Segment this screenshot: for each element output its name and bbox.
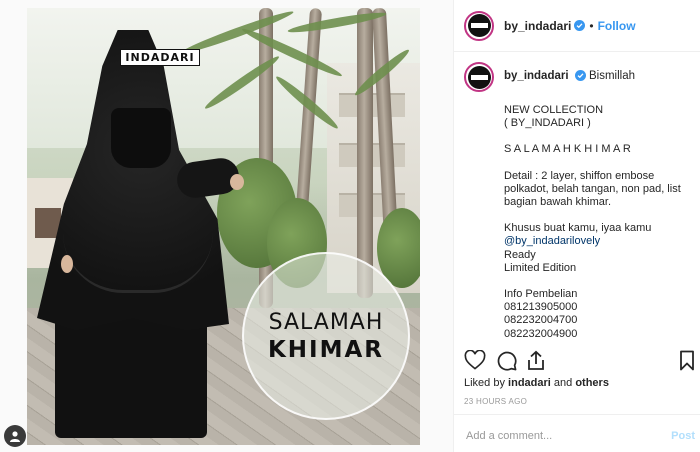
caption: by_indadari Bismillah NEW COLLECTION ( B… [464,62,699,340]
caption-body: NEW COLLECTION ( BY_INDADARI ) S A L A M… [504,104,699,340]
caption-avatar[interactable] [464,62,494,92]
product-name-badge: SALAMAH KHIMAR [242,252,410,420]
caption-line: ( BY_INDADARI ) [504,117,591,130]
badge-line-2: KHIMAR [267,336,385,363]
share-icon[interactable] [526,350,546,376]
caption-first-line: Bismillah [588,70,635,82]
likes-summary[interactable]: Liked by indadari and others [464,377,609,389]
comment-input[interactable]: Add a comment... [466,430,552,442]
comment-bubble-icon[interactable] [496,350,517,376]
model-niqab [111,108,171,168]
likes-user[interactable]: indadari [508,377,551,389]
caption-phone: 082232004700 [504,314,578,327]
bookmark-icon[interactable] [679,350,695,376]
action-bar [464,349,694,375]
caption-line: Detail : 2 layer, shiffon embose [504,169,655,182]
header-separator: • [589,18,594,33]
tagged-user-icon[interactable] [4,425,26,447]
caption-line: Khusus buat kamu, iyaa kamu [504,222,652,235]
likes-others[interactable]: others [575,377,609,389]
like-heart-icon[interactable] [464,349,486,375]
caption-phone: 081213905000 [504,301,578,314]
caption-phone: 082232004900 [504,327,578,340]
post-sidebar: by_indadari • Follow by_indadari Bismill… [453,0,700,452]
caption-line: polkadot, belah tangan, non pad, list [504,182,681,195]
caption-line: bagian bawah khimar. [504,196,612,209]
likes-connector: and [553,377,573,389]
post-comment-button[interactable]: Post [671,430,695,442]
model-left-hand [61,255,73,273]
caption-line: Limited Edition [504,261,577,274]
caption-line: Info Pembelian [504,288,578,301]
follow-button[interactable]: Follow [598,19,636,33]
profile-avatar[interactable] [464,10,494,41]
header-username[interactable]: by_indadari [504,19,571,33]
caption-line: S A L A M A H K H I M A R [504,143,631,156]
caption-line: NEW COLLECTION [504,104,604,116]
caption-line: Ready [504,248,536,261]
caption-username[interactable]: by_indadari [504,70,569,82]
post-header: by_indadari • Follow [454,0,700,52]
post-image[interactable]: INDADARI SALAMAH KHIMAR [27,8,420,445]
verified-badge-icon [574,20,586,31]
caption-verified-icon [574,70,586,81]
caption-mention-link[interactable]: @by_indadarilovely [504,235,699,248]
comment-bar: Add a comment... Post [454,414,700,452]
likes-prefix: Liked by [464,377,505,389]
badge-line-1: SALAMAH [268,309,384,335]
model-hand [230,174,244,190]
brand-watermark: INDADARI [120,49,200,66]
post-timestamp[interactable]: 23 HOURS AGO [464,397,527,406]
